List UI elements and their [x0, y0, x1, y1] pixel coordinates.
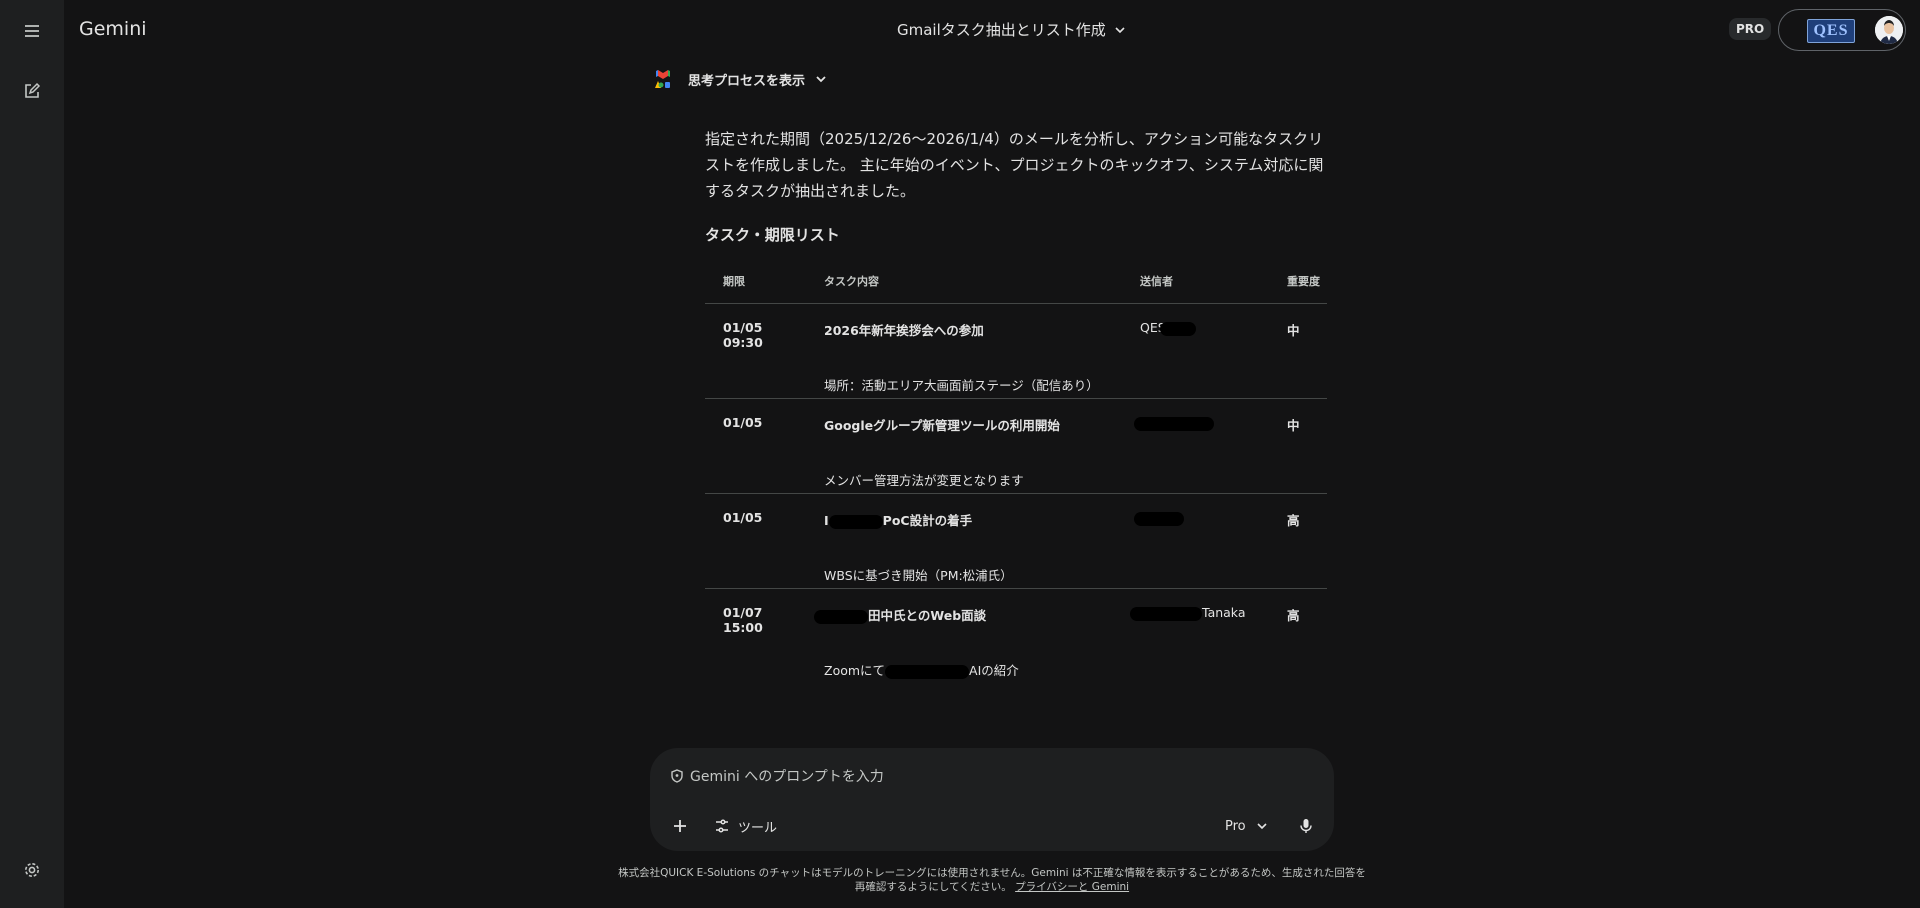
new-chat-icon — [25, 82, 41, 98]
avatar-image — [1875, 16, 1903, 44]
disclaimer-text: 株式会社QUICK E-Solutions のチャットはモデルのトレーニングには… — [618, 867, 1366, 893]
priority-cell: 高 — [1277, 493, 1327, 589]
redaction-bar — [1134, 416, 1214, 431]
task-title: I — [824, 513, 829, 528]
redaction-bar — [1159, 321, 1196, 336]
table-row: 01/07 15:00 田中氏とのWeb面談 Zoomにて AIの紹介 Tanak… — [705, 589, 1327, 684]
menu-button[interactable] — [16, 15, 48, 47]
menu-icon — [25, 25, 39, 37]
settings-icon — [25, 863, 39, 877]
redaction-bar — [814, 609, 868, 624]
footer-disclaimer: 株式会社QUICK E-Solutions のチャットはモデルのトレーニングには… — [615, 866, 1369, 894]
redaction-bar — [1134, 511, 1184, 526]
due-cell: 01/05 — [705, 493, 806, 589]
shield-icon — [671, 769, 683, 783]
privacy-link[interactable]: プライバシーと Gemini — [1015, 881, 1129, 893]
thought-process-row: 思考プロセスを表示 — [652, 68, 827, 90]
table-row: 01/05 09:30 2026年新年挨拶会への参加 場所：活動エリア大画面前ス… — [705, 303, 1327, 399]
sidebar — [0, 0, 64, 908]
column-header-sender: 送信者 — [1122, 259, 1277, 304]
tools-label: ツール — [738, 820, 778, 836]
priority-value: 中 — [1287, 323, 1300, 338]
due-cell: 01/05 — [705, 398, 806, 494]
task-cell: 2026年新年挨拶会への参加 場所：活動エリア大画面前ステージ（配信あり） — [806, 303, 1122, 399]
model-label: Pro — [1225, 818, 1246, 834]
microphone-button[interactable] — [1294, 814, 1318, 838]
mic-icon — [1300, 819, 1312, 833]
due-cell: 01/05 09:30 — [705, 303, 806, 399]
prompt-input[interactable]: Gemini へのプロンプトを入力 — [670, 766, 884, 786]
due-value: 01/05 — [723, 415, 763, 430]
tools-button[interactable]: ツール — [714, 814, 777, 838]
prompt-placeholder: Gemini へのプロンプトを入力 — [690, 769, 884, 785]
task-detail-suffix: AIの紹介 — [969, 663, 1019, 678]
due-value: 01/07 15:00 — [723, 605, 763, 635]
task-title-line: 田中氏とのWeb面談 — [814, 605, 1122, 624]
response-content: 指定された期間（2025/12/26〜2026/1/4）のメールを分析し、アクシ… — [705, 126, 1327, 684]
response-intro: 指定された期間（2025/12/26〜2026/1/4）のメールを分析し、アクシ… — [705, 130, 1324, 200]
account-switcher[interactable]: QES — [1778, 9, 1906, 51]
task-title-suffix: PoC設計の着手 — [882, 513, 973, 528]
priority-cell: 高 — [1277, 589, 1327, 684]
sender-cell: Tanaka — [1122, 589, 1277, 684]
priority-cell: 中 — [1277, 303, 1327, 399]
chevron-down-icon — [1115, 26, 1125, 33]
column-header-task: タスク内容 — [806, 259, 1122, 304]
task-cell: 田中氏とのWeb面談 Zoomにて AIの紹介 — [806, 589, 1122, 684]
column-header-due: 期限 — [705, 259, 806, 304]
table-header-row: 期限 タスク内容 送信者 重要度 — [705, 259, 1327, 304]
task-cell: I PoC設計の着手 WBSに基づき開始（PM:松浦氏） — [806, 493, 1122, 589]
gemini-gmail-icon — [655, 70, 670, 88]
table-row: 01/05 Googleグループ新管理ツールの利用開始 メンバー管理方法が変更と… — [705, 398, 1327, 494]
table-row: 01/05 I PoC設計の着手 WBSに基づき開始（PM:松浦氏） 高 — [705, 493, 1327, 589]
due-cell: 01/07 15:00 — [705, 589, 806, 684]
column-header-priority: 重要度 — [1277, 259, 1327, 304]
redaction-bar — [828, 514, 883, 529]
sender-suffix: Tanaka — [1202, 605, 1246, 620]
company-logo: QES — [1807, 19, 1855, 43]
task-title: 2026年新年挨拶会への参加 — [824, 323, 984, 338]
task-title-line: I PoC設計の着手 — [824, 510, 1122, 529]
sender-cell — [1122, 493, 1277, 589]
settings-button[interactable] — [16, 854, 48, 886]
priority-value: 中 — [1287, 418, 1300, 433]
model-selector[interactable]: Pro — [1225, 814, 1268, 838]
chevron-down-icon — [1257, 823, 1267, 830]
task-title: Googleグループ新管理ツールの利用開始 — [824, 418, 1060, 433]
task-cell: Googleグループ新管理ツールの利用開始 メンバー管理方法が変更となります — [806, 398, 1122, 494]
show-thinking-toggle[interactable]: 思考プロセスを表示 — [688, 70, 827, 89]
task-title-suffix: 田中氏とのWeb面談 — [868, 608, 987, 623]
task-detail: メンバー管理方法が変更となります — [824, 473, 1024, 488]
plus-icon — [674, 820, 686, 832]
task-detail: Zoomにて — [824, 663, 886, 678]
sender-cell: QES — [1122, 303, 1277, 399]
prompt-input-box[interactable]: Gemini へのプロンプトを入力 ツール Pro — [650, 748, 1334, 851]
avatar[interactable] — [1875, 16, 1903, 44]
task-table: 期限 タスク内容 送信者 重要度 01/05 09:30 2026年新年挨拶会へ… — [705, 259, 1327, 684]
section-title: タスク・期限リスト — [705, 226, 840, 244]
sender-cell — [1122, 398, 1277, 494]
new-chat-button[interactable] — [16, 75, 48, 107]
task-detail: WBSに基づき開始（PM:松浦氏） — [824, 568, 1013, 583]
priority-cell: 中 — [1277, 398, 1327, 494]
show-thinking-label: 思考プロセスを表示 — [688, 73, 806, 89]
conversation-title: Gmailタスク抽出とリスト作成 — [897, 21, 1106, 39]
task-detail-line: Zoomにて AIの紹介 — [824, 660, 1122, 679]
conversation-title-dropdown[interactable]: Gmailタスク抽出とリスト作成 — [897, 19, 1126, 40]
due-value: 01/05 09:30 — [723, 320, 763, 350]
due-value: 01/05 — [723, 510, 763, 525]
tools-icon — [716, 819, 728, 833]
add-file-button[interactable] — [668, 814, 692, 838]
task-detail: 場所：活動エリア大画面前ステージ（配信あり） — [824, 378, 1099, 393]
company-logo-text: QES — [1813, 22, 1849, 39]
pro-badge: PRO — [1729, 18, 1772, 40]
app-title[interactable]: Gemini — [79, 18, 147, 40]
priority-value: 高 — [1287, 608, 1300, 623]
chevron-down-icon — [816, 76, 826, 83]
redaction-bar — [1130, 606, 1202, 621]
redaction-bar — [885, 664, 970, 679]
priority-value: 高 — [1287, 513, 1300, 528]
